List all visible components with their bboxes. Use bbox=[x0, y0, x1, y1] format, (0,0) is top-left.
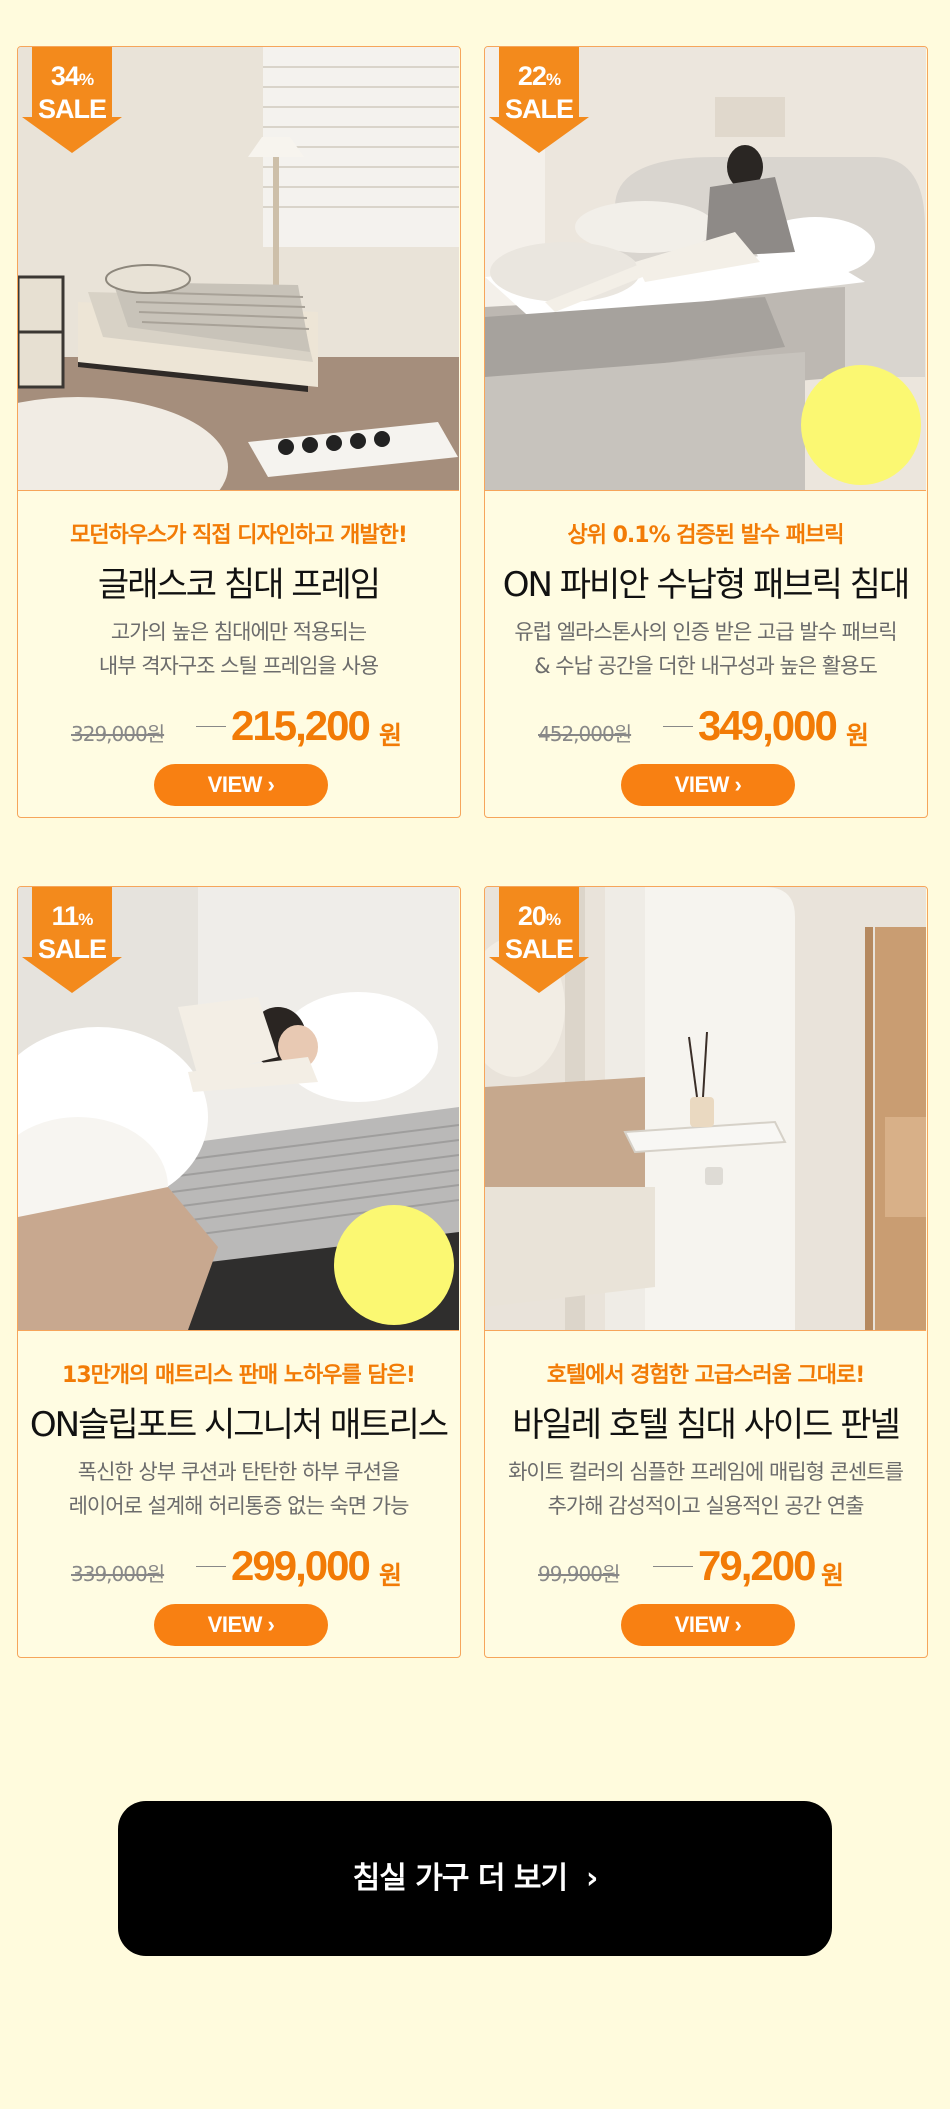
description-line: 레이어로 설계해 허리통증 없는 숙면 가능 bbox=[68, 1494, 410, 1518]
percent-unit: % bbox=[78, 70, 94, 89]
product-card[interactable]: 22% SALE 상위 0.1% 검증된 발수 패브릭 ON 파비안 수납형 패… bbox=[484, 46, 928, 818]
product-card[interactable]: 11% SALE 13만개의 매트리스 판매 노하우를 담은! ON슬립포트 시… bbox=[17, 886, 461, 1658]
view-button-label: VIEW bbox=[674, 772, 730, 797]
view-button[interactable]: VIEW › bbox=[154, 1604, 328, 1646]
view-button-label: VIEW bbox=[207, 1612, 263, 1637]
view-button-label: VIEW bbox=[674, 1612, 730, 1637]
price-row: 99,900원 79,200 원 bbox=[485, 1542, 926, 1592]
sale-label: SALE bbox=[504, 94, 574, 124]
strike-arrow bbox=[663, 726, 693, 727]
chevron-right-icon: › bbox=[734, 772, 742, 797]
price-row: 339,000원 299,000 원 bbox=[18, 1542, 459, 1592]
price-row: 329,000원 215,200 원 bbox=[18, 702, 459, 752]
view-button[interactable]: VIEW › bbox=[621, 764, 795, 806]
product-tagline: 호텔에서 경험한 고급스러움 그대로! bbox=[546, 1363, 866, 1388]
product-description: 폭신한 상부 쿠션과 탄탄한 하부 쿠션을 레이어로 설계해 허리통증 없는 숙… bbox=[18, 1455, 459, 1523]
description-line: 내부 격자구조 스틸 프레임을 사용 bbox=[98, 654, 379, 678]
discount-badge: 11% SALE bbox=[22, 887, 122, 993]
product-description: 고가의 높은 침대에만 적용되는 내부 격자구조 스틸 프레임을 사용 bbox=[18, 615, 459, 683]
original-price: 329,000원 bbox=[71, 722, 165, 746]
currency-unit: 원 bbox=[846, 721, 870, 750]
view-button[interactable]: VIEW › bbox=[154, 764, 328, 806]
discount-percent: 22 bbox=[517, 61, 547, 91]
more-bedroom-furniture-button[interactable]: 침실 가구 더 보기 › bbox=[118, 1801, 832, 1956]
product-title[interactable]: 글래스코 침대 프레임 bbox=[18, 557, 459, 606]
view-button[interactable]: VIEW › bbox=[621, 1604, 795, 1646]
percent-unit: % bbox=[78, 910, 93, 929]
percent-unit: % bbox=[545, 910, 561, 929]
strike-arrow bbox=[653, 1566, 693, 1567]
product-description: 화이트 컬러의 심플한 프레임에 매립형 콘센트를 추가해 감성적이고 실용적인… bbox=[485, 1455, 926, 1523]
product-tagline: 상위 0.1% 검증된 발수 패브릭 bbox=[567, 523, 844, 548]
product-card[interactable]: 34% SALE 모던하우스가 직접 디자인하고 개발한! 글래스코 침대 프레… bbox=[17, 46, 461, 818]
product-tagline: 13만개의 매트리스 판매 노하우를 담은! bbox=[62, 1363, 416, 1388]
view-button-label: VIEW bbox=[207, 772, 263, 797]
product-title[interactable]: ON 파비안 수납형 패브릭 침대 bbox=[485, 557, 926, 606]
sale-price: 79,200 bbox=[698, 1542, 816, 1589]
sale-label: SALE bbox=[37, 934, 107, 964]
description-line: 폭신한 상부 쿠션과 탄탄한 하부 쿠션을 bbox=[77, 1460, 401, 1484]
product-image[interactable]: 22% SALE bbox=[485, 47, 926, 491]
description-line: 추가해 감성적이고 실용적인 공간 연출 bbox=[547, 1494, 865, 1518]
sale-price: 349,000 bbox=[698, 702, 838, 749]
percent-unit: % bbox=[545, 70, 561, 89]
highlight-dot bbox=[801, 365, 921, 485]
description-line: 유럽 엘라스톤사의 인증 받은 고급 발수 패브릭 bbox=[514, 620, 897, 644]
description-line: 고가의 높은 침대에만 적용되는 bbox=[110, 620, 367, 644]
discount-percent: 34 bbox=[50, 61, 80, 91]
strike-arrow bbox=[196, 1566, 226, 1567]
product-title[interactable]: 바일레 호텔 침대 사이드 판넬 bbox=[485, 1397, 926, 1446]
strike-arrow bbox=[196, 726, 226, 727]
sale-price: 299,000 bbox=[231, 1542, 371, 1589]
chevron-right-icon: › bbox=[586, 1861, 598, 1896]
sale-label: SALE bbox=[37, 94, 107, 124]
description-line: 화이트 컬러의 심플한 프레임에 매립형 콘센트를 bbox=[508, 1460, 904, 1484]
chevron-right-icon: › bbox=[267, 772, 275, 797]
discount-percent: 20 bbox=[517, 901, 547, 931]
description-line: & 수납 공간을 더한 내구성과 높은 활용도 bbox=[534, 654, 878, 678]
original-price: 452,000원 bbox=[538, 722, 632, 746]
price-row: 452,000원 349,000 원 bbox=[485, 702, 926, 752]
discount-badge: 22% SALE bbox=[489, 47, 589, 153]
currency-unit: 원 bbox=[379, 1561, 403, 1590]
product-description: 유럽 엘라스톤사의 인증 받은 고급 발수 패브릭 & 수납 공간을 더한 내구… bbox=[485, 615, 926, 683]
more-button-label: 침실 가구 더 보기 bbox=[352, 1861, 569, 1896]
product-tagline: 모던하우스가 직접 디자인하고 개발한! bbox=[70, 523, 408, 548]
product-image[interactable]: 34% SALE bbox=[18, 47, 459, 491]
sale-price: 215,200 bbox=[231, 702, 371, 749]
currency-unit: 원 bbox=[821, 1561, 845, 1590]
discount-badge: 34% SALE bbox=[22, 47, 122, 153]
original-price: 99,900원 bbox=[538, 1562, 620, 1586]
original-price: 339,000원 bbox=[71, 1562, 165, 1586]
chevron-right-icon: › bbox=[734, 1612, 742, 1637]
chevron-right-icon: › bbox=[267, 1612, 275, 1637]
product-title[interactable]: ON슬립포트 시그니처 매트리스 bbox=[18, 1397, 459, 1446]
highlight-dot bbox=[334, 1205, 454, 1325]
product-card[interactable]: 20% SALE 호텔에서 경험한 고급스러움 그대로! 바일레 호텔 침대 사… bbox=[484, 886, 928, 1658]
product-image[interactable]: 20% SALE bbox=[485, 887, 926, 1331]
discount-badge: 20% SALE bbox=[489, 887, 589, 993]
currency-unit: 원 bbox=[379, 721, 403, 750]
sale-label: SALE bbox=[504, 934, 574, 964]
discount-percent: 11 bbox=[51, 901, 80, 931]
product-image[interactable]: 11% SALE bbox=[18, 887, 459, 1331]
